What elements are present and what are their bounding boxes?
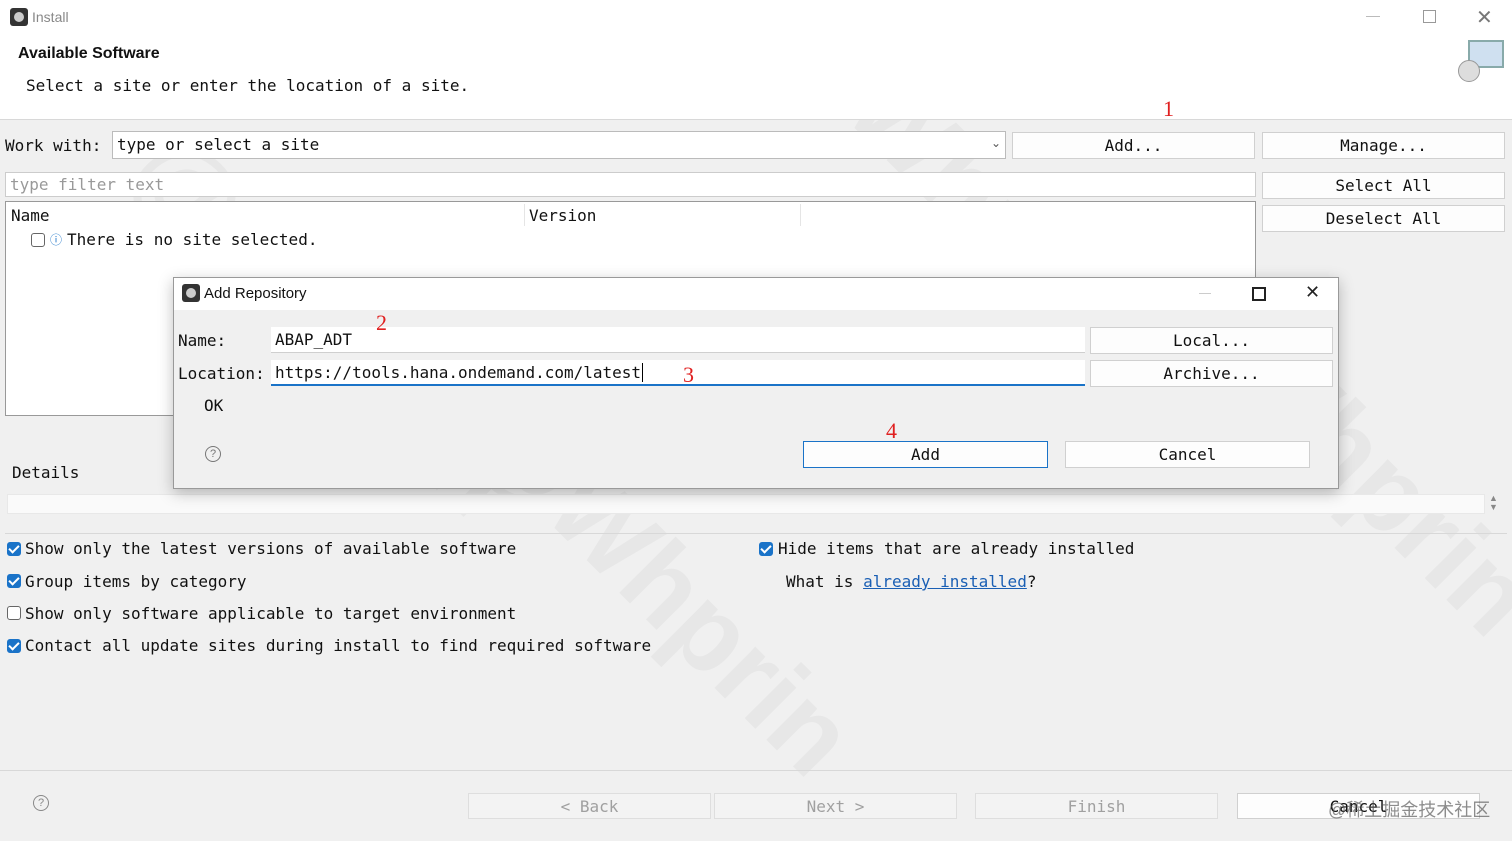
location-label: Location:: [178, 364, 265, 383]
close-button[interactable]: ✕: [1476, 5, 1493, 30]
what-is-suffix: ?: [1026, 572, 1037, 591]
what-is-prefix: What is: [786, 572, 864, 591]
watermark-text: @稀土掘金技术社区: [1328, 800, 1491, 820]
deselect-all-button[interactable]: Deselect All: [1262, 205, 1505, 232]
window-title: Install: [32, 9, 69, 25]
column-header-name[interactable]: Name: [11, 206, 50, 225]
details-area: [7, 494, 1485, 514]
next-button[interactable]: Next >: [714, 793, 957, 819]
dialog-cancel-button[interactable]: Cancel: [1065, 441, 1310, 468]
name-input[interactable]: ABAP_ADT: [271, 327, 1085, 353]
dialog-title-bar: [174, 278, 1338, 310]
divider: [5, 533, 1507, 534]
latest-only-label: Show only the latest versions of availab…: [25, 539, 517, 558]
work-with-combo[interactable]: type or select a site ⌄: [112, 131, 1006, 159]
dialog-app-icon: [182, 284, 200, 302]
title-bar: [0, 0, 1512, 34]
dialog-help-icon[interactable]: ?: [205, 446, 221, 462]
row-checkbox[interactable]: [31, 233, 45, 247]
latest-only-checkbox[interactable]: [7, 542, 21, 556]
annotation-step-3: 3: [683, 362, 694, 387]
group-by-category-label: Group items by category: [25, 572, 247, 591]
back-button[interactable]: < Back: [468, 793, 711, 819]
footer-divider: [0, 770, 1512, 771]
manage-button[interactable]: Manage...: [1262, 132, 1505, 159]
hide-installed-label: Hide items that are already installed: [778, 539, 1135, 558]
maximize-button[interactable]: [1423, 10, 1436, 23]
column-divider: [524, 204, 525, 226]
archive-button[interactable]: Archive...: [1090, 360, 1333, 387]
name-value: ABAP_ADT: [275, 330, 353, 349]
dialog-close-button[interactable]: ✕: [1305, 282, 1320, 303]
page-title: Available Software: [18, 45, 160, 62]
select-all-button[interactable]: Select All: [1262, 172, 1505, 199]
target-env-label: Show only software applicable to target …: [25, 604, 517, 623]
dialog-minimize-button[interactable]: [1199, 293, 1211, 294]
work-with-value: type or select a site: [117, 135, 320, 154]
column-divider: [800, 204, 801, 226]
group-by-category-checkbox[interactable]: [7, 574, 21, 588]
contact-all-checkbox[interactable]: [7, 639, 21, 653]
dialog-status: OK: [204, 396, 224, 415]
local-button[interactable]: Local...: [1090, 327, 1333, 354]
app-icon: [10, 8, 28, 26]
install-banner-icon: [1458, 40, 1504, 82]
empty-table-message: There is no site selected.: [67, 230, 318, 249]
annotation-step-1: 1: [1163, 96, 1174, 121]
name-label: Name:: [178, 331, 227, 350]
dialog-maximize-button[interactable]: [1252, 287, 1266, 301]
target-env-checkbox[interactable]: [7, 606, 21, 620]
annotation-step-4: 4: [886, 418, 897, 443]
add-site-button[interactable]: Add...: [1012, 132, 1255, 159]
page-subtitle: Select a site or enter the location of a…: [26, 76, 470, 95]
chevron-down-icon[interactable]: ⌄: [991, 136, 1001, 150]
column-header-version[interactable]: Version: [529, 206, 596, 225]
dialog-add-button[interactable]: Add: [803, 441, 1048, 468]
help-icon[interactable]: ?: [33, 795, 49, 811]
annotation-step-2: 2: [376, 310, 387, 335]
what-is-installed: What is already installed?: [786, 572, 1036, 591]
location-value: https://tools.hana.ondemand.com/latest: [275, 363, 644, 382]
filter-placeholder: type filter text: [10, 175, 165, 194]
filter-input[interactable]: type filter text: [5, 172, 1256, 197]
finish-button[interactable]: Finish: [975, 793, 1218, 819]
already-installed-link[interactable]: already installed: [863, 572, 1027, 591]
details-label: Details: [12, 463, 80, 482]
details-scroll-arrows[interactable]: ▲ ▼: [1489, 494, 1498, 512]
minimize-button[interactable]: [1366, 16, 1380, 17]
info-icon: ⓘ: [50, 233, 63, 247]
work-with-label: Work with:: [5, 136, 102, 155]
location-input[interactable]: https://tools.hana.ondemand.com/latest: [271, 360, 1085, 386]
dialog-title: Add Repository: [204, 285, 307, 302]
hide-installed-checkbox[interactable]: [759, 542, 773, 556]
contact-all-label: Contact all update sites during install …: [25, 636, 652, 655]
